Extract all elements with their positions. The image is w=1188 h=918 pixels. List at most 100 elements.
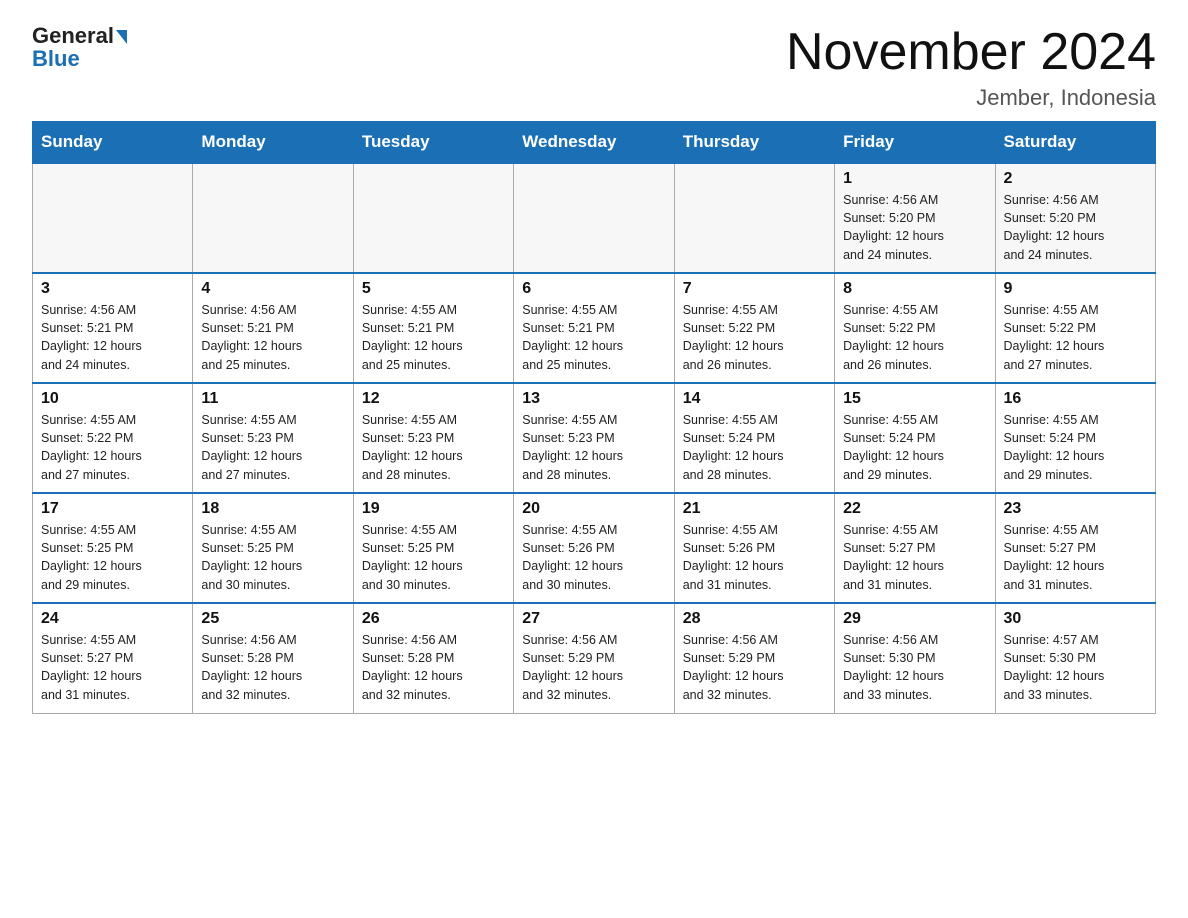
day-header-sunday: Sunday: [33, 122, 193, 164]
day-info: Sunrise: 4:55 AMSunset: 5:21 PMDaylight:…: [362, 301, 505, 374]
day-info: Sunrise: 4:55 AMSunset: 5:26 PMDaylight:…: [522, 521, 665, 594]
day-cell: 19Sunrise: 4:55 AMSunset: 5:25 PMDayligh…: [353, 493, 513, 603]
day-number: 5: [362, 280, 505, 298]
day-number: 18: [201, 500, 344, 518]
day-cell: 8Sunrise: 4:55 AMSunset: 5:22 PMDaylight…: [835, 273, 995, 383]
day-number: 16: [1004, 390, 1147, 408]
day-cell: 21 Sunrise: 4:55 AMSunset: 5:26 PMDayligh…: [674, 493, 834, 603]
day-cell: 10 Sunrise: 4:55 AMSunset: 5:22 PMDayligh…: [33, 383, 193, 493]
logo-line2: Blue: [32, 46, 80, 72]
day-number: 17: [41, 500, 184, 518]
day-cell: 13 Sunrise: 4:55 AMSunset: 5:23 PMDayligh…: [514, 383, 674, 493]
day-number: 10: [41, 390, 184, 408]
day-cell: 28 Sunrise: 4:56 AMSunset: 5:29 PMDayligh…: [674, 603, 834, 713]
day-info: Sunrise: 4:55 AMSunset: 5:24 PMDaylight:…: [1004, 411, 1147, 484]
day-cell: 1Sunrise: 4:56 AMSunset: 5:20 PMDaylight…: [835, 163, 995, 273]
day-info: Sunrise: 4:55 AMSunset: 5:23 PMDaylight:…: [201, 411, 344, 484]
day-number: 14: [683, 390, 826, 408]
day-info: Sunrise: 4:55 AMSunset: 5:25 PMDaylight:…: [41, 521, 184, 594]
day-cell: [674, 163, 834, 273]
day-info: Sunrise: 4:56 AMSunset: 5:29 PMDaylight:…: [683, 631, 826, 704]
day-info: Sunrise: 4:55 AMSunset: 5:23 PMDaylight:…: [522, 411, 665, 484]
day-info: Sunrise: 4:56 AMSunset: 5:20 PMDaylight:…: [1004, 191, 1147, 264]
day-header-thursday: Thursday: [674, 122, 834, 164]
day-info: Sunrise: 4:55 AMSunset: 5:22 PMDaylight:…: [41, 411, 184, 484]
day-number: 11: [201, 390, 344, 408]
day-cell: [353, 163, 513, 273]
calendar-subtitle: Jember, Indonesia: [786, 85, 1156, 111]
day-number: 23: [1004, 500, 1147, 518]
day-cell: 6 Sunrise: 4:55 AMSunset: 5:21 PMDaylight…: [514, 273, 674, 383]
logo-arrow-icon: [116, 30, 127, 44]
week-row-4: 17 Sunrise: 4:55 AMSunset: 5:25 PMDayligh…: [33, 493, 1156, 603]
week-row-3: 10 Sunrise: 4:55 AMSunset: 5:22 PMDayligh…: [33, 383, 1156, 493]
days-header-row: SundayMondayTuesdayWednesdayThursdayFrid…: [33, 122, 1156, 164]
day-number: 9: [1004, 280, 1147, 298]
day-info: Sunrise: 4:55 AMSunset: 5:27 PMDaylight:…: [41, 631, 184, 704]
day-header-saturday: Saturday: [995, 122, 1155, 164]
day-header-tuesday: Tuesday: [353, 122, 513, 164]
day-number: 20: [522, 500, 665, 518]
day-number: 29: [843, 610, 986, 628]
day-cell: 15 Sunrise: 4:55 AMSunset: 5:24 PMDayligh…: [835, 383, 995, 493]
day-cell: 12 Sunrise: 4:55 AMSunset: 5:23 PMDayligh…: [353, 383, 513, 493]
day-number: 27: [522, 610, 665, 628]
calendar-table: SundayMondayTuesdayWednesdayThursdayFrid…: [32, 121, 1156, 714]
day-number: 3: [41, 280, 184, 298]
day-cell: [33, 163, 193, 273]
day-info: Sunrise: 4:56 AMSunset: 5:20 PMDaylight:…: [843, 191, 986, 264]
day-info: Sunrise: 4:55 AMSunset: 5:21 PMDaylight:…: [522, 301, 665, 374]
day-cell: 3Sunrise: 4:56 AMSunset: 5:21 PMDaylight…: [33, 273, 193, 383]
day-info: Sunrise: 4:55 AMSunset: 5:22 PMDaylight:…: [843, 301, 986, 374]
day-number: 25: [201, 610, 344, 628]
day-info: Sunrise: 4:55 AMSunset: 5:27 PMDaylight:…: [1004, 521, 1147, 594]
day-number: 15: [843, 390, 986, 408]
day-number: 26: [362, 610, 505, 628]
day-cell: 22Sunrise: 4:55 AMSunset: 5:27 PMDayligh…: [835, 493, 995, 603]
day-cell: 29 Sunrise: 4:56 AMSunset: 5:30 PMDayligh…: [835, 603, 995, 713]
day-cell: 5 Sunrise: 4:55 AMSunset: 5:21 PMDaylight…: [353, 273, 513, 383]
day-cell: 14 Sunrise: 4:55 AMSunset: 5:24 PMDayligh…: [674, 383, 834, 493]
day-number: 6: [522, 280, 665, 298]
day-cell: 25 Sunrise: 4:56 AMSunset: 5:28 PMDayligh…: [193, 603, 353, 713]
day-info: Sunrise: 4:57 AMSunset: 5:30 PMDaylight:…: [1004, 631, 1147, 704]
day-info: Sunrise: 4:56 AMSunset: 5:28 PMDaylight:…: [201, 631, 344, 704]
day-cell: [514, 163, 674, 273]
day-info: Sunrise: 4:55 AMSunset: 5:22 PMDaylight:…: [1004, 301, 1147, 374]
day-info: Sunrise: 4:55 AMSunset: 5:24 PMDaylight:…: [683, 411, 826, 484]
day-cell: 26Sunrise: 4:56 AMSunset: 5:28 PMDayligh…: [353, 603, 513, 713]
day-cell: 4Sunrise: 4:56 AMSunset: 5:21 PMDaylight…: [193, 273, 353, 383]
day-cell: 9 Sunrise: 4:55 AMSunset: 5:22 PMDaylight…: [995, 273, 1155, 383]
day-cell: 16 Sunrise: 4:55 AMSunset: 5:24 PMDayligh…: [995, 383, 1155, 493]
day-cell: 18 Sunrise: 4:55 AMSunset: 5:25 PMDayligh…: [193, 493, 353, 603]
week-row-1: 1Sunrise: 4:56 AMSunset: 5:20 PMDaylight…: [33, 163, 1156, 273]
day-info: Sunrise: 4:55 AMSunset: 5:22 PMDaylight:…: [683, 301, 826, 374]
week-row-2: 3 Sunrise: 4:56 AMSunset: 5:21 PMDaylight…: [33, 273, 1156, 383]
day-cell: 30 Sunrise: 4:57 AMSunset: 5:30 PMDayligh…: [995, 603, 1155, 713]
day-cell: 17 Sunrise: 4:55 AMSunset: 5:25 PMDayligh…: [33, 493, 193, 603]
title-block: November 2024 Jember, Indonesia: [786, 24, 1156, 111]
day-cell: 27 Sunrise: 4:56 AMSunset: 5:29 PMDayligh…: [514, 603, 674, 713]
day-number: 19: [362, 500, 505, 518]
day-number: 7: [683, 280, 826, 298]
day-info: Sunrise: 4:56 AMSunset: 5:21 PMDaylight:…: [201, 301, 344, 374]
day-cell: [193, 163, 353, 273]
day-number: 12: [362, 390, 505, 408]
day-number: 13: [522, 390, 665, 408]
day-info: Sunrise: 4:56 AMSunset: 5:29 PMDaylight:…: [522, 631, 665, 704]
day-info: Sunrise: 4:56 AMSunset: 5:30 PMDaylight:…: [843, 631, 986, 704]
day-info: Sunrise: 4:55 AMSunset: 5:25 PMDaylight:…: [201, 521, 344, 594]
day-cell: 11 Sunrise: 4:55 AMSunset: 5:23 PMDayligh…: [193, 383, 353, 493]
week-row-5: 24Sunrise: 4:55 AMSunset: 5:27 PMDayligh…: [33, 603, 1156, 713]
day-info: Sunrise: 4:55 AMSunset: 5:26 PMDaylight:…: [683, 521, 826, 594]
day-info: Sunrise: 4:55 AMSunset: 5:24 PMDaylight:…: [843, 411, 986, 484]
day-number: 2: [1004, 170, 1147, 188]
day-header-friday: Friday: [835, 122, 995, 164]
day-info: Sunrise: 4:55 AMSunset: 5:23 PMDaylight:…: [362, 411, 505, 484]
calendar-title: November 2024: [786, 24, 1156, 81]
logo-line1: General: [32, 24, 127, 48]
day-number: 28: [683, 610, 826, 628]
day-cell: 24Sunrise: 4:55 AMSunset: 5:27 PMDayligh…: [33, 603, 193, 713]
day-number: 30: [1004, 610, 1147, 628]
day-number: 21: [683, 500, 826, 518]
